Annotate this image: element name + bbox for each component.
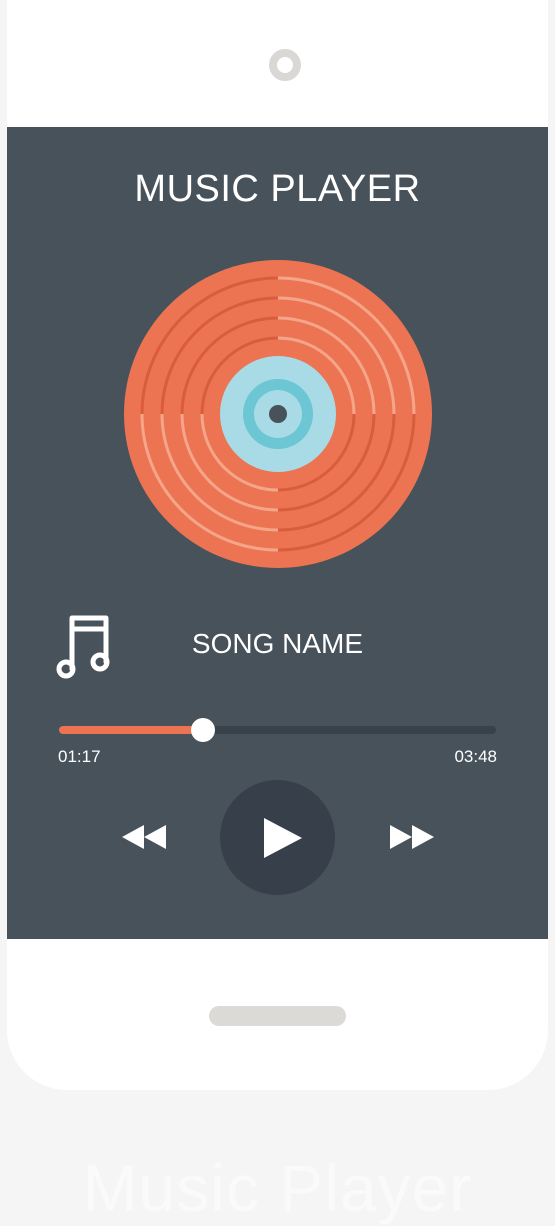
total-time: 03:48	[454, 747, 497, 766]
vinyl-record-icon	[124, 260, 432, 568]
rewind-icon[interactable]	[122, 825, 166, 849]
song-name: SONG NAME	[191, 628, 364, 659]
page-title: MUSIC PLAYER	[134, 168, 421, 210]
fast-forward-icon[interactable]	[390, 825, 434, 849]
phone-top-bezel	[7, 0, 548, 130]
play-button[interactable]	[220, 780, 335, 895]
front-camera	[269, 49, 301, 81]
progress-fill	[59, 726, 204, 734]
home-button[interactable]	[209, 1006, 346, 1026]
watermark-text: Music Player	[82, 1151, 473, 1225]
elapsed-time: 01:17	[58, 747, 101, 766]
play-icon	[264, 818, 302, 858]
progress-slider[interactable]	[59, 718, 496, 742]
